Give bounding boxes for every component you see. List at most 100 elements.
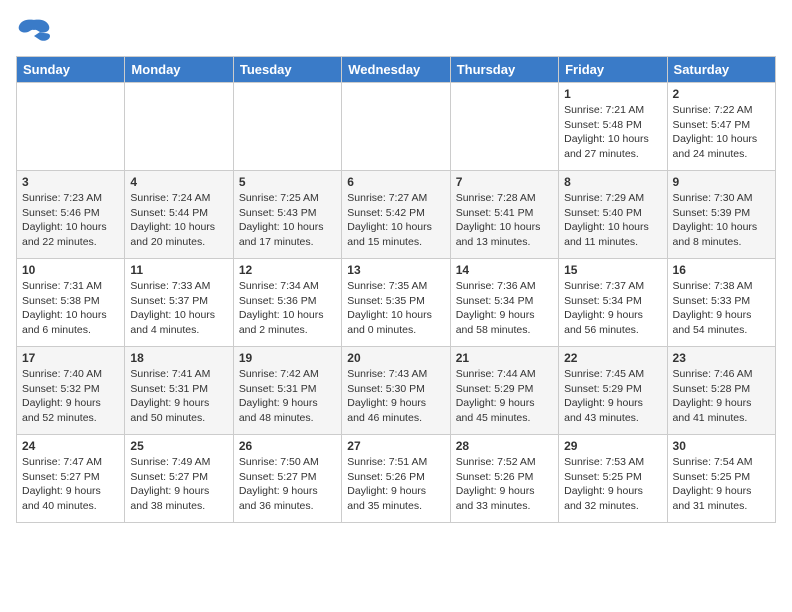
- calendar-cell: 16 Sunrise: 7:38 AM Sunset: 5:33 PM Dayli…: [667, 259, 775, 347]
- calendar-cell: 29 Sunrise: 7:53 AM Sunset: 5:25 PM Dayli…: [559, 435, 667, 523]
- day-info: Sunrise: 7:25 AM Sunset: 5:43 PM Dayligh…: [239, 191, 336, 250]
- day-info: Sunrise: 7:40 AM Sunset: 5:32 PM Dayligh…: [22, 367, 119, 426]
- calendar-cell: 25 Sunrise: 7:49 AM Sunset: 5:27 PM Dayli…: [125, 435, 233, 523]
- day-info: Sunrise: 7:22 AM Sunset: 5:47 PM Dayligh…: [673, 103, 770, 162]
- calendar-cell: 13 Sunrise: 7:35 AM Sunset: 5:35 PM Dayli…: [342, 259, 450, 347]
- day-info: Sunrise: 7:33 AM Sunset: 5:37 PM Dayligh…: [130, 279, 227, 338]
- day-info: Sunrise: 7:37 AM Sunset: 5:34 PM Dayligh…: [564, 279, 661, 338]
- day-info: Sunrise: 7:21 AM Sunset: 5:48 PM Dayligh…: [564, 103, 661, 162]
- calendar-cell: 26 Sunrise: 7:50 AM Sunset: 5:27 PM Dayli…: [233, 435, 341, 523]
- day-number: 20: [347, 351, 444, 365]
- day-number: 7: [456, 175, 553, 189]
- day-info: Sunrise: 7:43 AM Sunset: 5:30 PM Dayligh…: [347, 367, 444, 426]
- day-number: 26: [239, 439, 336, 453]
- day-info: Sunrise: 7:24 AM Sunset: 5:44 PM Dayligh…: [130, 191, 227, 250]
- logo: [16, 16, 56, 48]
- day-info: Sunrise: 7:50 AM Sunset: 5:27 PM Dayligh…: [239, 455, 336, 514]
- day-info: Sunrise: 7:42 AM Sunset: 5:31 PM Dayligh…: [239, 367, 336, 426]
- day-number: 16: [673, 263, 770, 277]
- logo-icon: [16, 16, 52, 48]
- day-info: Sunrise: 7:45 AM Sunset: 5:29 PM Dayligh…: [564, 367, 661, 426]
- day-number: 29: [564, 439, 661, 453]
- calendar-cell: 15 Sunrise: 7:37 AM Sunset: 5:34 PM Dayli…: [559, 259, 667, 347]
- day-number: 25: [130, 439, 227, 453]
- calendar-cell: [17, 83, 125, 171]
- day-info: Sunrise: 7:35 AM Sunset: 5:35 PM Dayligh…: [347, 279, 444, 338]
- day-number: 1: [564, 87, 661, 101]
- day-info: Sunrise: 7:47 AM Sunset: 5:27 PM Dayligh…: [22, 455, 119, 514]
- calendar-cell: 1 Sunrise: 7:21 AM Sunset: 5:48 PM Daylig…: [559, 83, 667, 171]
- weekday-header-monday: Monday: [125, 57, 233, 83]
- calendar-cell: 8 Sunrise: 7:29 AM Sunset: 5:40 PM Daylig…: [559, 171, 667, 259]
- calendar-cell: 24 Sunrise: 7:47 AM Sunset: 5:27 PM Dayli…: [17, 435, 125, 523]
- day-info: Sunrise: 7:46 AM Sunset: 5:28 PM Dayligh…: [673, 367, 770, 426]
- day-info: Sunrise: 7:31 AM Sunset: 5:38 PM Dayligh…: [22, 279, 119, 338]
- calendar-cell: 17 Sunrise: 7:40 AM Sunset: 5:32 PM Dayli…: [17, 347, 125, 435]
- weekday-header-thursday: Thursday: [450, 57, 558, 83]
- day-info: Sunrise: 7:53 AM Sunset: 5:25 PM Dayligh…: [564, 455, 661, 514]
- page-header: [16, 16, 776, 48]
- day-number: 2: [673, 87, 770, 101]
- day-info: Sunrise: 7:30 AM Sunset: 5:39 PM Dayligh…: [673, 191, 770, 250]
- day-info: Sunrise: 7:23 AM Sunset: 5:46 PM Dayligh…: [22, 191, 119, 250]
- day-number: 22: [564, 351, 661, 365]
- day-number: 12: [239, 263, 336, 277]
- calendar-cell: 23 Sunrise: 7:46 AM Sunset: 5:28 PM Dayli…: [667, 347, 775, 435]
- calendar-cell: 7 Sunrise: 7:28 AM Sunset: 5:41 PM Daylig…: [450, 171, 558, 259]
- day-number: 11: [130, 263, 227, 277]
- day-number: 5: [239, 175, 336, 189]
- calendar-cell: 4 Sunrise: 7:24 AM Sunset: 5:44 PM Daylig…: [125, 171, 233, 259]
- day-info: Sunrise: 7:36 AM Sunset: 5:34 PM Dayligh…: [456, 279, 553, 338]
- calendar-cell: [125, 83, 233, 171]
- calendar-cell: [450, 83, 558, 171]
- day-info: Sunrise: 7:54 AM Sunset: 5:25 PM Dayligh…: [673, 455, 770, 514]
- calendar-cell: [342, 83, 450, 171]
- day-number: 21: [456, 351, 553, 365]
- day-number: 9: [673, 175, 770, 189]
- calendar-cell: 28 Sunrise: 7:52 AM Sunset: 5:26 PM Dayli…: [450, 435, 558, 523]
- day-number: 14: [456, 263, 553, 277]
- day-info: Sunrise: 7:41 AM Sunset: 5:31 PM Dayligh…: [130, 367, 227, 426]
- day-number: 15: [564, 263, 661, 277]
- day-info: Sunrise: 7:34 AM Sunset: 5:36 PM Dayligh…: [239, 279, 336, 338]
- calendar-cell: 27Sunrise: 7:51 AM Sunset: 5:26 PM Dayli…: [342, 435, 450, 523]
- day-number: 23: [673, 351, 770, 365]
- weekday-header-sunday: Sunday: [17, 57, 125, 83]
- calendar-cell: 30 Sunrise: 7:54 AM Sunset: 5:25 PM Dayli…: [667, 435, 775, 523]
- day-info: Sunrise: 7:28 AM Sunset: 5:41 PM Dayligh…: [456, 191, 553, 250]
- day-number: 3: [22, 175, 119, 189]
- calendar-cell: 21Sunrise: 7:44 AM Sunset: 5:29 PM Dayli…: [450, 347, 558, 435]
- calendar-cell: 6 Sunrise: 7:27 AM Sunset: 5:42 PM Daylig…: [342, 171, 450, 259]
- day-info: Sunrise: 7:29 AM Sunset: 5:40 PM Dayligh…: [564, 191, 661, 250]
- day-number: 13: [347, 263, 444, 277]
- day-number: 17: [22, 351, 119, 365]
- day-info: Sunrise: 7:49 AM Sunset: 5:27 PM Dayligh…: [130, 455, 227, 514]
- weekday-header-wednesday: Wednesday: [342, 57, 450, 83]
- day-info: Sunrise: 7:52 AM Sunset: 5:26 PM Dayligh…: [456, 455, 553, 514]
- calendar-cell: 19 Sunrise: 7:42 AM Sunset: 5:31 PM Dayli…: [233, 347, 341, 435]
- day-number: 24: [22, 439, 119, 453]
- weekday-header-friday: Friday: [559, 57, 667, 83]
- day-number: 19: [239, 351, 336, 365]
- calendar-cell: 14 Sunrise: 7:36 AM Sunset: 5:34 PM Dayli…: [450, 259, 558, 347]
- day-number: 18: [130, 351, 227, 365]
- calendar-cell: 18 Sunrise: 7:41 AM Sunset: 5:31 PM Dayli…: [125, 347, 233, 435]
- day-number: 27: [347, 439, 444, 453]
- calendar-cell: 11 Sunrise: 7:33 AM Sunset: 5:37 PM Dayli…: [125, 259, 233, 347]
- day-info: Sunrise: 7:27 AM Sunset: 5:42 PM Dayligh…: [347, 191, 444, 250]
- day-number: 4: [130, 175, 227, 189]
- calendar-table: SundayMondayTuesdayWednesdayThursdayFrid…: [16, 56, 776, 523]
- calendar-cell: 22 Sunrise: 7:45 AM Sunset: 5:29 PM Dayli…: [559, 347, 667, 435]
- day-number: 30: [673, 439, 770, 453]
- calendar-cell: 20 Sunrise: 7:43 AM Sunset: 5:30 PM Dayli…: [342, 347, 450, 435]
- day-number: 10: [22, 263, 119, 277]
- day-number: 8: [564, 175, 661, 189]
- weekday-header-saturday: Saturday: [667, 57, 775, 83]
- weekday-header-tuesday: Tuesday: [233, 57, 341, 83]
- calendar-cell: 5 Sunrise: 7:25 AM Sunset: 5:43 PM Daylig…: [233, 171, 341, 259]
- calendar-cell: 3 Sunrise: 7:23 AM Sunset: 5:46 PM Daylig…: [17, 171, 125, 259]
- day-number: 28: [456, 439, 553, 453]
- calendar-cell: 12 Sunrise: 7:34 AM Sunset: 5:36 PM Dayli…: [233, 259, 341, 347]
- day-number: 6: [347, 175, 444, 189]
- day-info: Sunrise: 7:38 AM Sunset: 5:33 PM Dayligh…: [673, 279, 770, 338]
